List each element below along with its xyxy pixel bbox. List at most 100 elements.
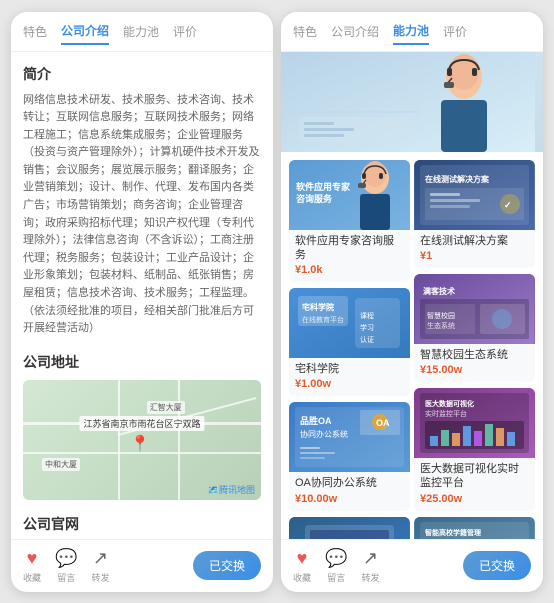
share-action[interactable]: ↗ 转发 <box>91 548 109 584</box>
card-oa-img: 品胜OA 协同办公系统 OA <box>289 402 410 472</box>
left-tab-公司介绍[interactable]: 公司介绍 <box>61 22 109 45</box>
card-remote-test-img: 远程笔试系统 <box>289 517 410 539</box>
right-comment-action[interactable]: 💬 留言 <box>325 548 347 584</box>
left-tab-特色[interactable]: 特色 <box>23 23 47 44</box>
card-oa[interactable]: 品胜OA 协同办公系统 OA OA协同办公系统 <box>289 402 410 510</box>
right-action-icons: ♥ 收藏 💬 留言 ↗ 转发 <box>293 548 463 584</box>
comment-action[interactable]: 💬 留言 <box>55 548 77 584</box>
card-consultant-info: 软件应用专家咨询服务 ¥1.0k <box>289 230 410 283</box>
left-tab-能力池[interactable]: 能力池 <box>123 23 159 44</box>
svg-text:软件应用专家: 软件应用专家 <box>296 181 351 192</box>
svg-text:课程: 课程 <box>360 311 374 320</box>
building-label-2: 中和大厦 <box>42 458 80 471</box>
right-tab-能力池[interactable]: 能力池 <box>393 22 429 45</box>
phones-container: 特色 公司介绍 能力池 评价 简介 网络信息技术研发、技术服务、技术咨询、技术转… <box>3 4 551 600</box>
svg-text:协同办公系统: 协同办公系统 <box>300 429 348 439</box>
hero-image <box>281 52 543 152</box>
right-like-action[interactable]: ♥ 收藏 <box>293 548 311 584</box>
svg-text:智慧校园: 智慧校园 <box>427 311 455 320</box>
card-medical-img: 医大数据可视化 实时监控平台 <box>414 388 535 458</box>
website-title: 公司官网 <box>23 514 261 534</box>
left-bottom-bar: ♥ 收藏 💬 留言 ↗ 转发 已交换 <box>11 539 273 592</box>
building-label-1: 汇智大厦 <box>147 401 185 414</box>
right-like-label: 收藏 <box>293 571 311 584</box>
card-consultant-name: 软件应用专家咨询服务 <box>295 234 404 263</box>
card-campus-info: 智慧校园生态系统 ¥15.00w <box>414 344 535 382</box>
card-campus-price: ¥15.00w <box>420 364 529 376</box>
right-phone: 特色 公司介绍 能力池 评价 <box>281 12 543 592</box>
card-oa-info: OA协同办公系统 ¥10.00w <box>289 472 410 510</box>
svg-text:认证: 认证 <box>360 335 374 344</box>
like-action[interactable]: ♥ 收藏 <box>23 548 41 584</box>
card-zhaike-img: 宅科学院 在线教育平台 课程 学习 认证 <box>289 288 410 358</box>
right-comment-icon: 💬 <box>325 548 347 569</box>
card-consultant[interactable]: 软件应用专家 咨询服务 软件应用专家咨询服务 ¥1.0k <box>289 160 410 283</box>
svg-text:生态系统: 生态系统 <box>427 321 455 330</box>
card-campus-img: 满客技术 智慧校园 生态系统 <box>414 274 535 344</box>
card-oa-name: OA协同办公系统 <box>295 476 404 490</box>
card-zhaike-info: 宅科学院 ¥1.00w <box>289 358 410 396</box>
card-zhaike-name: 宅科学院 <box>295 362 404 376</box>
comment-icon: 💬 <box>55 548 77 569</box>
svg-text:品胜OA: 品胜OA <box>300 415 332 426</box>
left-tab-评价[interactable]: 评价 <box>173 23 197 44</box>
right-tab-评价[interactable]: 评价 <box>443 23 467 44</box>
map-container[interactable]: 汇智大厦 中和大厦 江苏省南京市雨花台区宁双路 📍 🗺️腾讯地图 <box>23 380 261 500</box>
hero-svg <box>281 52 543 152</box>
left-action-icons: ♥ 收藏 💬 留言 ↗ 转发 <box>23 548 193 584</box>
card-smart-campus[interactable]: 智能高校学籍管理 ☆ 智能高校学籍综合管理平台 <box>414 517 535 539</box>
exchange-button[interactable]: 已交换 <box>193 551 261 580</box>
svg-text:在线教育平台: 在线教育平台 <box>302 315 344 324</box>
capability-layout: 软件应用专家 咨询服务 软件应用专家咨询服务 ¥1.0k <box>281 152 543 539</box>
card-zhaike-price: ¥1.00w <box>295 378 404 390</box>
svg-text:智能高校学籍管理: 智能高校学籍管理 <box>425 528 481 537</box>
right-exchange-button[interactable]: 已交换 <box>463 551 531 580</box>
svg-text:宅科学院: 宅科学院 <box>302 302 334 312</box>
right-bottom-bar: ♥ 收藏 💬 留言 ↗ 转发 已交换 <box>281 539 543 592</box>
svg-text:咨询服务: 咨询服务 <box>296 193 333 204</box>
svg-text:学习: 学习 <box>360 323 374 332</box>
right-share-label: 转发 <box>361 571 379 584</box>
card-oa-price: ¥10.00w <box>295 493 404 505</box>
svg-text:OA: OA <box>376 418 390 428</box>
svg-text:医大数据可视化: 医大数据可视化 <box>425 399 474 408</box>
svg-text:在线测试解决方案: 在线测试解决方案 <box>425 174 490 184</box>
left-content: 简介 网络信息技术研发、技术服务、技术咨询、技术转让；互联网信息服务；互联网技术… <box>11 52 273 539</box>
card-online-test-name: 在线测试解决方案 <box>420 234 529 248</box>
card-smart-campus-img: 智能高校学籍管理 ☆ <box>414 517 535 539</box>
right-share-icon: ↗ <box>363 548 378 569</box>
card-campus[interactable]: 满客技术 智慧校园 生态系统 智慧校园生态系统 ¥15.00w <box>414 274 535 382</box>
card-consultant-img: 软件应用专家 咨询服务 <box>289 160 410 230</box>
card-online-test-img: 在线测试解决方案 ✓ <box>414 160 535 230</box>
card-consultant-price: ¥1.0k <box>295 264 404 276</box>
card-medical[interactable]: 医大数据可视化 实时监控平台 <box>414 388 535 511</box>
heart-icon: ♥ <box>27 548 38 569</box>
intro-text: 网络信息技术研发、技术服务、技术咨询、技术转让；互联网信息服务；互联网技术服务；… <box>23 92 261 338</box>
map-location-text: 江苏省南京市雨花台区宁双路 <box>79 416 204 431</box>
svg-text:实时监控平台: 实时监控平台 <box>425 409 467 418</box>
intro-title: 简介 <box>23 64 261 84</box>
card-medical-name: 医大数据可视化实时监控平台 <box>420 462 529 491</box>
right-share-action[interactable]: ↗ 转发 <box>361 548 379 584</box>
card-remote-test[interactable]: 远程笔试系统 远程笔试系统 <box>289 517 410 539</box>
tencent-map-logo: 🗺️腾讯地图 <box>208 483 255 496</box>
share-label: 转发 <box>91 571 109 584</box>
map-pin-icon: 📍 <box>130 434 140 448</box>
share-icon: ↗ <box>93 548 108 569</box>
right-heart-icon: ♥ <box>297 548 308 569</box>
address-title: 公司地址 <box>23 352 261 372</box>
svg-text:✓: ✓ <box>504 200 512 210</box>
cards-col-right: 在线测试解决方案 ✓ 在线测试解决方案 ¥1 <box>414 160 535 539</box>
card-medical-info: 医大数据可视化实时监控平台 ¥25.00w <box>414 458 535 511</box>
card-online-test[interactable]: 在线测试解决方案 ✓ 在线测试解决方案 ¥1 <box>414 160 535 268</box>
right-comment-label: 留言 <box>327 571 345 584</box>
card-campus-name: 智慧校园生态系统 <box>420 348 529 362</box>
left-tab-bar: 特色 公司介绍 能力池 评价 <box>11 12 273 52</box>
card-online-test-price: ¥1 <box>420 250 529 262</box>
like-label: 收藏 <box>23 571 41 584</box>
card-zhaike[interactable]: 宅科学院 在线教育平台 课程 学习 认证 宅科学院 ¥1.00w <box>289 288 410 396</box>
right-tab-bar: 特色 公司介绍 能力池 评价 <box>281 12 543 52</box>
left-phone: 特色 公司介绍 能力池 评价 简介 网络信息技术研发、技术服务、技术咨询、技术转… <box>11 12 273 592</box>
right-tab-特色[interactable]: 特色 <box>293 23 317 44</box>
right-tab-公司介绍[interactable]: 公司介绍 <box>331 23 379 44</box>
